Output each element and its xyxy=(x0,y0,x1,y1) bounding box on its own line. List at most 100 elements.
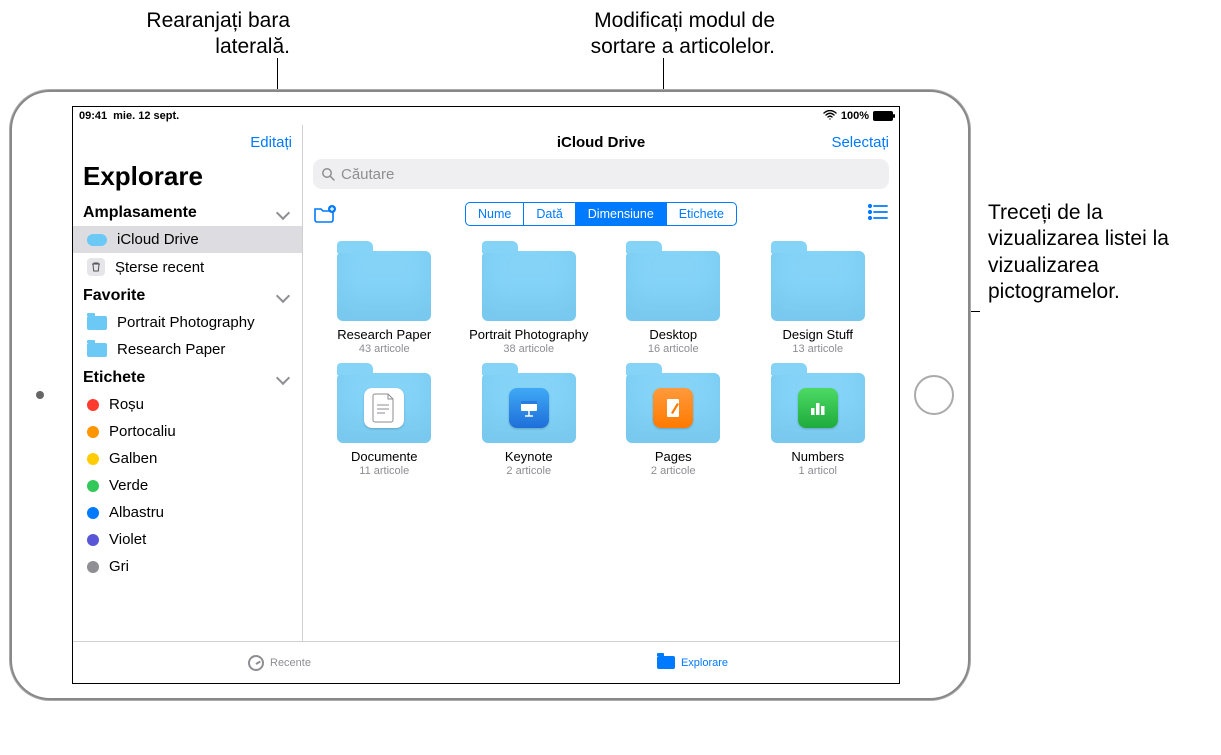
folder-tile[interactable]: Documente 11 articole xyxy=(317,373,452,477)
wifi-icon xyxy=(823,110,837,123)
tab-label: Explorare xyxy=(681,657,728,669)
section-favorites[interactable]: Favorite xyxy=(73,281,302,309)
section-locations-label: Amplasamente xyxy=(83,204,197,222)
folder-tile[interactable]: Desktop 16 articole xyxy=(606,251,741,355)
status-date: mie. 12 sept. xyxy=(113,110,179,122)
callout-sort: Modificați modul de sortare a articolelo… xyxy=(545,8,775,61)
tab-recents[interactable]: Recente xyxy=(73,642,486,683)
search-input[interactable]: Căutare xyxy=(313,159,889,189)
sort-option-tags[interactable]: Etichete xyxy=(667,203,736,225)
tag-color-dot xyxy=(87,534,99,546)
device-frame: 09:41 mie. 12 sept. 100% Editați Explora… xyxy=(10,90,970,700)
folder-tile[interactable]: Pages 2 articole xyxy=(606,373,741,477)
sidebar-item-tag[interactable]: Roșu xyxy=(73,391,302,418)
battery-percent: 100% xyxy=(841,110,869,122)
sidebar-item-tag[interactable]: Gri xyxy=(73,553,302,580)
tag-color-dot xyxy=(87,426,99,438)
folder-icon xyxy=(626,373,720,443)
new-folder-button[interactable] xyxy=(313,204,337,224)
content-area: iCloud Drive Selectați Căutare Nume Dată… xyxy=(303,125,899,641)
search-placeholder: Căutare xyxy=(341,166,394,183)
tab-label: Recente xyxy=(270,657,311,669)
trash-icon xyxy=(87,258,105,276)
folder-tile[interactable]: Keynote 2 articole xyxy=(462,373,597,477)
folder-tile[interactable]: Design Stuff 13 articole xyxy=(751,251,886,355)
content-nav: iCloud Drive Selectați xyxy=(303,125,899,159)
content-title: iCloud Drive xyxy=(557,134,645,151)
status-bar: 09:41 mie. 12 sept. 100% xyxy=(73,107,899,125)
folder-name: Portrait Photography xyxy=(469,327,588,342)
numbers-thumb-icon xyxy=(798,388,838,428)
folder-tile[interactable]: Numbers 1 articol xyxy=(751,373,886,477)
clock-icon xyxy=(248,655,264,671)
sidebar-item-label: Portocaliu xyxy=(109,423,176,440)
view-toggle-button[interactable] xyxy=(867,203,889,226)
sort-segmented-control: Nume Dată Dimensiune Etichete xyxy=(465,202,737,226)
folder-subtitle: 13 articole xyxy=(792,343,843,355)
sidebar-item-tag[interactable]: Galben xyxy=(73,445,302,472)
sort-option-name[interactable]: Nume xyxy=(466,203,524,225)
section-locations[interactable]: Amplasamente xyxy=(73,198,302,226)
sort-option-size[interactable]: Dimensiune xyxy=(576,203,667,225)
sidebar-item-label: Șterse recent xyxy=(115,259,204,276)
edit-button[interactable]: Editați xyxy=(250,134,292,151)
folder-icon xyxy=(482,373,576,443)
folder-icon xyxy=(87,343,107,357)
tag-color-dot xyxy=(87,399,99,411)
status-time: 09:41 xyxy=(79,110,107,122)
chevron-down-icon xyxy=(276,206,290,220)
folder-name: Pages xyxy=(655,449,692,464)
folder-icon xyxy=(337,373,431,443)
section-tags-label: Etichete xyxy=(83,369,145,387)
section-favorites-label: Favorite xyxy=(83,287,145,305)
sort-option-date[interactable]: Dată xyxy=(524,203,575,225)
sidebar: Editați Explorare Amplasamente iCloud Dr… xyxy=(73,125,303,641)
sidebar-item-label: Galben xyxy=(109,450,157,467)
folder-icon xyxy=(87,316,107,330)
callout-view: Treceți de la vizualizarea listei la viz… xyxy=(988,200,1208,305)
home-button[interactable] xyxy=(914,375,954,415)
tab-browse[interactable]: Explorare xyxy=(486,642,899,683)
folder-subtitle: 2 articole xyxy=(506,465,551,477)
sidebar-item-label: iCloud Drive xyxy=(117,231,199,248)
sidebar-title: Explorare xyxy=(73,159,302,198)
section-tags[interactable]: Etichete xyxy=(73,363,302,391)
folder-name: Documente xyxy=(351,449,417,464)
folder-name: Design Stuff xyxy=(782,327,853,342)
sidebar-item-label: Gri xyxy=(109,558,129,575)
folder-subtitle: 43 articole xyxy=(359,343,410,355)
pages-thumb-icon xyxy=(653,388,693,428)
icloud-icon xyxy=(87,234,107,246)
tab-bar: Recente Explorare xyxy=(73,641,899,683)
sidebar-item-favorite[interactable]: Portrait Photography xyxy=(73,309,302,336)
folder-icon xyxy=(626,251,720,321)
doc-thumb-icon xyxy=(364,388,404,428)
folder-tile[interactable]: Research Paper 43 articole xyxy=(317,251,452,355)
sidebar-item-tag[interactable]: Violet xyxy=(73,526,302,553)
sidebar-item-tag[interactable]: Verde xyxy=(73,472,302,499)
folder-name: Desktop xyxy=(649,327,697,342)
sidebar-item-tag[interactable]: Portocaliu xyxy=(73,418,302,445)
tag-color-dot xyxy=(87,507,99,519)
tag-color-dot xyxy=(87,480,99,492)
folder-icon xyxy=(771,251,865,321)
battery-icon xyxy=(873,111,893,121)
tag-color-dot xyxy=(87,453,99,465)
sidebar-item-recently-deleted[interactable]: Șterse recent xyxy=(73,253,302,281)
sidebar-item-tag[interactable]: Albastru xyxy=(73,499,302,526)
folder-subtitle: 2 articole xyxy=(651,465,696,477)
folder-tile[interactable]: Portrait Photography 38 articole xyxy=(462,251,597,355)
sidebar-item-label: Portrait Photography xyxy=(117,314,255,331)
folder-name: Keynote xyxy=(505,449,553,464)
folder-subtitle: 38 articole xyxy=(503,343,554,355)
folder-subtitle: 11 articole xyxy=(359,465,409,477)
folder-icon xyxy=(657,656,675,669)
folder-grid: Research Paper 43 articole Portrait Phot… xyxy=(303,231,899,641)
toolbar-row: Nume Dată Dimensiune Etichete xyxy=(303,197,899,231)
sidebar-item-icloud-drive[interactable]: iCloud Drive xyxy=(73,226,302,253)
sidebar-item-label: Violet xyxy=(109,531,146,548)
sidebar-item-label: Research Paper xyxy=(117,341,225,358)
sidebar-item-favorite[interactable]: Research Paper xyxy=(73,336,302,363)
screen: 09:41 mie. 12 sept. 100% Editați Explora… xyxy=(72,106,900,684)
select-button[interactable]: Selectați xyxy=(831,134,889,151)
